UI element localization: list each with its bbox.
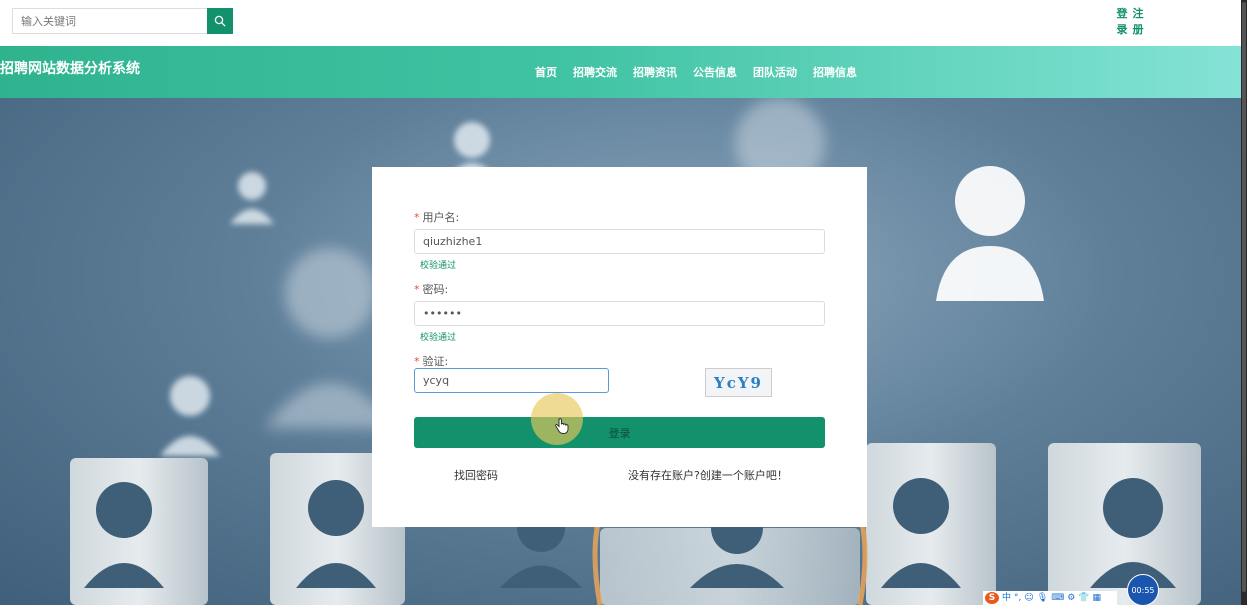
nav-bar: 招聘网站数据分析系统 首页 招聘交流 招聘资讯 公告信息 团队活动 招聘信息 (0, 46, 1241, 98)
search-icon (214, 15, 226, 27)
ime-toolbar: S 中 °, ☺ 🎙 ⌨ ⚙ 👕 ▦ (983, 591, 1117, 605)
register-link-char-2[interactable]: 册 (1130, 23, 1146, 36)
password-label: * 密码: (414, 281, 448, 297)
username-input[interactable] (414, 229, 825, 254)
login-link-char-2[interactable]: 录 (1114, 23, 1130, 36)
recording-timer[interactable]: 00:55 (1127, 574, 1159, 605)
nav-item-news[interactable]: 招聘资讯 (633, 64, 677, 80)
password-label-text: 密码: (422, 283, 449, 296)
nav-item-jobs[interactable]: 招聘信息 (813, 64, 857, 80)
password-input[interactable] (414, 301, 825, 326)
search-input[interactable] (12, 8, 207, 34)
login-form: *用户名: 校验通过 *密码: 校验通过 *验证: YcY9 登录 找回密码 没… (372, 167, 867, 527)
sogou-logo-icon[interactable]: S (985, 592, 999, 604)
microphone-icon[interactable]: 🎙 (1037, 592, 1048, 604)
site-title: 招聘网站数据分析系统 (0, 61, 140, 77)
required-mark: * (414, 355, 420, 368)
toolbox-icon[interactable]: ▦ (1093, 592, 1102, 604)
username-hint: 校验通过 (420, 261, 457, 271)
username-label: * 用户名: (414, 209, 459, 225)
captcha-text: YcY9 (714, 373, 763, 392)
hand-cursor-icon (555, 418, 569, 434)
scrollbar-thumb[interactable] (1242, 2, 1246, 592)
emoji-icon[interactable]: ☺ (1024, 592, 1033, 604)
keyboard-icon[interactable]: ⌨ (1051, 592, 1064, 604)
settings-icon[interactable]: ⚙ (1067, 592, 1075, 604)
captcha-label: * 验证: (414, 353, 448, 369)
ime-mode-toggle[interactable]: 中 (1002, 592, 1011, 604)
main-nav: 首页 招聘交流 招聘资讯 公告信息 团队活动 招聘信息 (535, 64, 857, 80)
search-button[interactable] (207, 8, 233, 34)
register-account-link[interactable]: 没有存在账户?创建一个账户吧！ (628, 467, 788, 483)
nav-item-exchange[interactable]: 招聘交流 (573, 64, 617, 80)
register-link-char-1[interactable]: 注 (1130, 7, 1146, 20)
required-mark: * (414, 211, 420, 224)
required-mark: * (414, 283, 420, 296)
username-label-text: 用户名: (422, 211, 460, 224)
top-bar: 登 注 录 册 (0, 0, 1247, 46)
captcha-input[interactable] (414, 368, 609, 393)
search-box (12, 8, 233, 34)
nav-item-home[interactable]: 首页 (535, 64, 557, 80)
captcha-image[interactable]: YcY9 (705, 368, 772, 397)
auth-links: 登 注 录 册 (1114, 7, 1146, 36)
punctuation-icon[interactable]: °, (1014, 592, 1021, 604)
password-hint: 校验通过 (420, 333, 457, 343)
forgot-password-link[interactable]: 找回密码 (454, 467, 498, 483)
nav-item-notices[interactable]: 公告信息 (693, 64, 737, 80)
login-link-char-1[interactable]: 登 (1114, 7, 1130, 20)
skin-icon[interactable]: 👕 (1078, 592, 1089, 604)
login-button[interactable]: 登录 (414, 417, 825, 448)
captcha-label-text: 验证: (422, 355, 449, 368)
nav-item-team-activities[interactable]: 团队活动 (753, 64, 797, 80)
